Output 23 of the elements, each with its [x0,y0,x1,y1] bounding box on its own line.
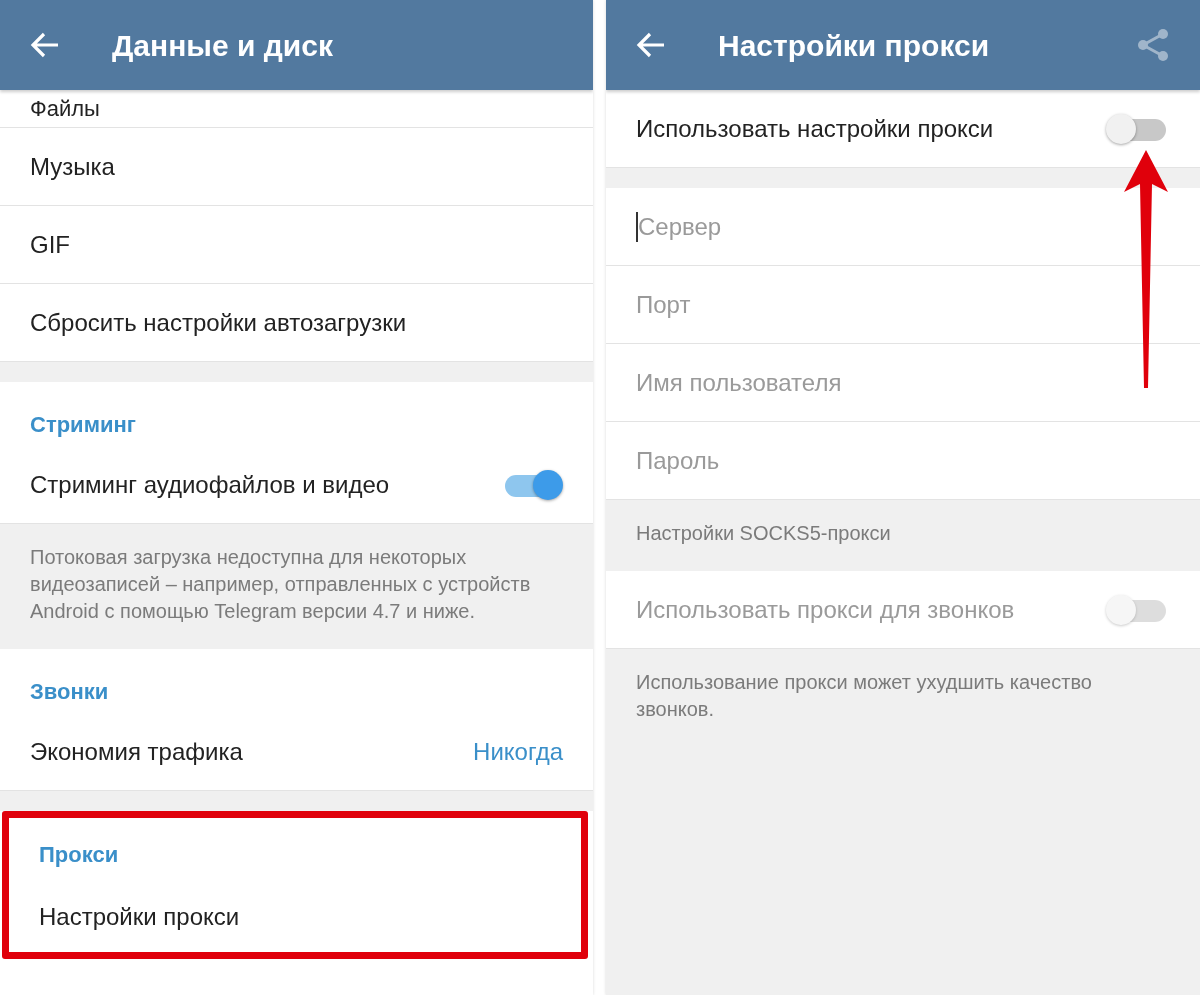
input-field[interactable]: Пароль [636,442,764,479]
section-header: Прокси [39,842,119,867]
info-text: Потоковая загрузка недоступна для некоторых видеозаписей – например, отправленных с устройств Android с помощью Telegram версии 4.7 и ниже. [30,545,532,624]
back-icon[interactable] [30,32,60,58]
input-field[interactable]: Сервер [638,208,766,245]
setting-label: Стриминг аудиофайлов и видео [30,469,390,500]
section-header: Стриминг [30,412,136,437]
settings-item[interactable]: GIF [0,206,593,284]
section-header: Звонки [30,679,109,704]
settings-item[interactable]: Настройки прокси [9,882,581,952]
settings-item[interactable]: Музыка [0,128,593,206]
setting-value[interactable]: Никогда [473,733,563,770]
info-text: Использование прокси может ухудшить качество звонков. [636,670,1093,722]
settings-item[interactable]: Файлы [0,90,593,128]
screen-title: Настройки прокси [718,27,991,64]
info-text: Настройки SOCKS5-прокси [636,521,892,546]
back-icon[interactable] [636,32,666,58]
screen-title: Данные и диск [112,27,334,64]
setting-label: Использовать прокси для звонков [636,594,1015,625]
setting-label: Экономия трафика [30,736,243,767]
setting-label: Использовать настройки прокси [636,113,994,144]
input-field[interactable]: Имя пользователя [636,364,904,401]
input-field[interactable]: Порт [636,286,736,323]
